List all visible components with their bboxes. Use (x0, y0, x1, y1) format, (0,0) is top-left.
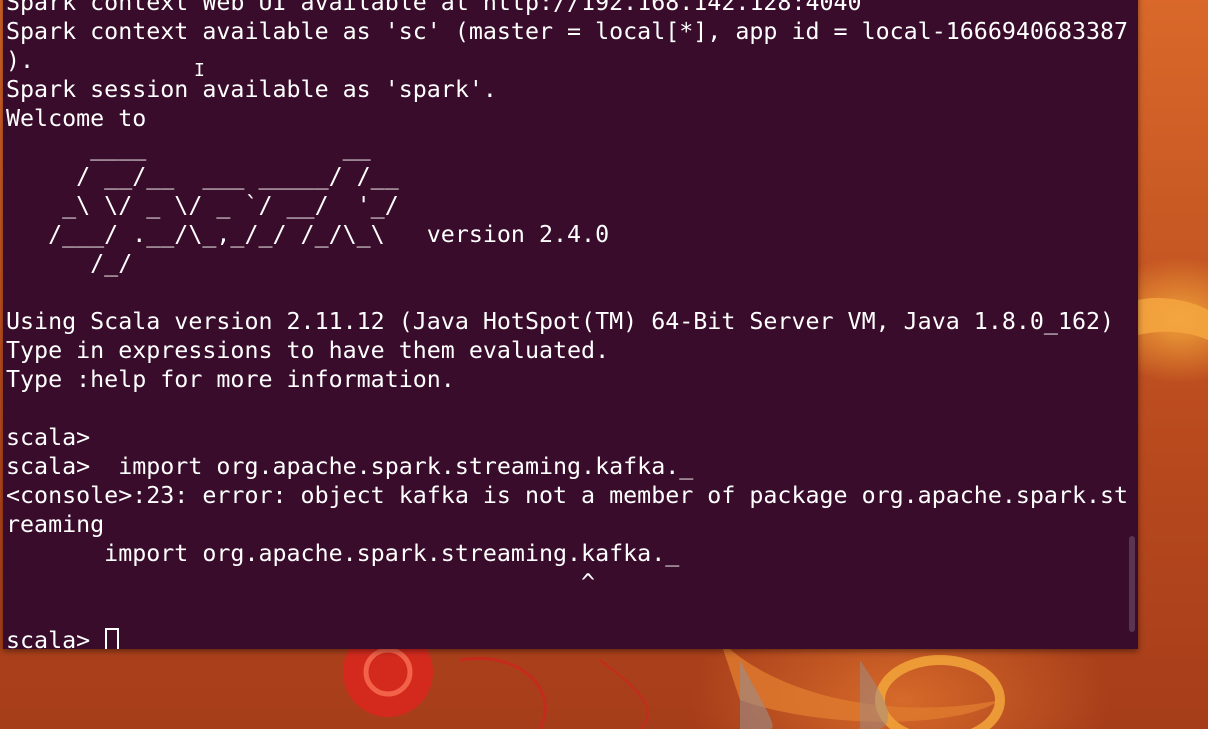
error-line: import org.apache.spark.streaming.kafka.… (6, 540, 680, 567)
error-line: reaming (6, 511, 105, 538)
terminal-output: Spark context Web UI available at http:/… (6, 0, 1128, 649)
prompt-line[interactable]: scala> (6, 626, 1128, 649)
text-cursor (105, 628, 120, 649)
terminal-window[interactable]: Spark context Web UI available at http:/… (3, 0, 1138, 649)
terminal-line: ). (6, 47, 35, 74)
spark-logo-line: /_/ (6, 250, 133, 277)
terminal-line: Spark session available as 'spark'. (6, 76, 497, 103)
terminal-line: Type in expressions to have them evaluat… (6, 337, 610, 364)
error-line: <console>:23: error: object kafka is not… (6, 482, 1129, 509)
terminal-line: Type :help for more information. (6, 366, 455, 393)
terminal-line: scala> (6, 424, 91, 451)
prompt-label: scala> (6, 627, 105, 649)
spark-logo-line: _\ \/ _ \/ _ `/ __/ '_/ (6, 192, 399, 219)
ibeam-cursor-icon: I (194, 60, 205, 81)
spark-logo-line: /___/ .__/\_,_/_/ /_/\_\ version 2.4.0 (6, 221, 610, 248)
spark-logo-line: ____ __ (6, 134, 371, 161)
terminal-line: scala> import org.apache.spark.streaming… (6, 453, 694, 480)
terminal-line: Spark context Web UI available at http:/… (6, 0, 862, 16)
terminal-line: Spark context available as 'sc' (master … (6, 18, 1129, 45)
terminal-line: Using Scala version 2.11.12 (Java HotSpo… (6, 308, 1115, 335)
error-caret-line: ^ (6, 569, 596, 596)
terminal-scrollbar[interactable] (1129, 536, 1135, 632)
spark-logo-line: / __/__ ___ _____/ /__ (6, 163, 399, 190)
terminal-line: Welcome to (6, 105, 147, 132)
